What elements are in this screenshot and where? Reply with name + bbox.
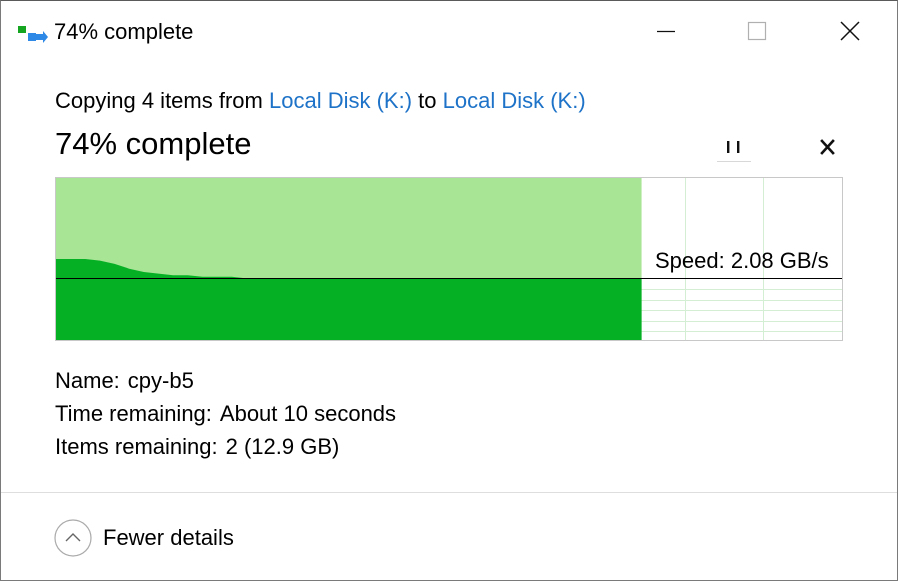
fewer-details-label: Fewer details: [103, 525, 234, 550]
copy-progress-dialog: 74% complete Copying 4 items from Local …: [0, 0, 898, 581]
copy-connector: to: [418, 88, 437, 113]
detail-name: Name: cpy-b5: [55, 367, 194, 395]
close-icon: [840, 21, 860, 41]
items-remaining-label: Items remaining:: [55, 434, 218, 459]
pause-icon: [727, 141, 740, 153]
title-bar[interactable]: 74% complete: [1, 1, 897, 63]
fewer-details-toggle[interactable]: Fewer details: [54, 518, 234, 558]
pause-underline: [717, 161, 751, 162]
time-remaining-value: About 10 seconds: [219, 401, 397, 426]
chevron-up-icon: [54, 519, 92, 557]
detail-items-remaining: Items remaining: 2 (12.9 GB): [55, 433, 339, 461]
close-icon: [820, 139, 835, 155]
detail-time-remaining: Time remaining: About 10 seconds: [55, 400, 396, 428]
window-title: 74% complete: [54, 19, 194, 44]
maximize-button[interactable]: [712, 1, 804, 61]
footer-divider: [1, 492, 897, 493]
name-label: Name:: [55, 368, 120, 393]
name-value: cpy-b5: [127, 368, 194, 393]
speed-label: Speed: 2.08 GB/s: [655, 248, 829, 273]
progress-heading: 74% complete: [55, 126, 252, 161]
file-copy-icon: [17, 23, 49, 45]
time-remaining-label: Time remaining:: [55, 401, 212, 426]
pause-button[interactable]: [713, 129, 755, 165]
maximize-icon: [747, 21, 767, 41]
destination-link[interactable]: Local Disk (K:): [443, 88, 586, 113]
items-remaining-value: 2 (12.9 GB): [225, 434, 340, 459]
copy-description: Copying 4 items from Local Disk (K:) to …: [55, 87, 586, 115]
source-link[interactable]: Local Disk (K:): [269, 88, 412, 113]
copy-prefix: Copying 4 items from: [55, 88, 263, 113]
cancel-copy-button[interactable]: [809, 129, 847, 165]
minimize-button[interactable]: [620, 1, 712, 61]
close-window-button[interactable]: [804, 1, 896, 61]
